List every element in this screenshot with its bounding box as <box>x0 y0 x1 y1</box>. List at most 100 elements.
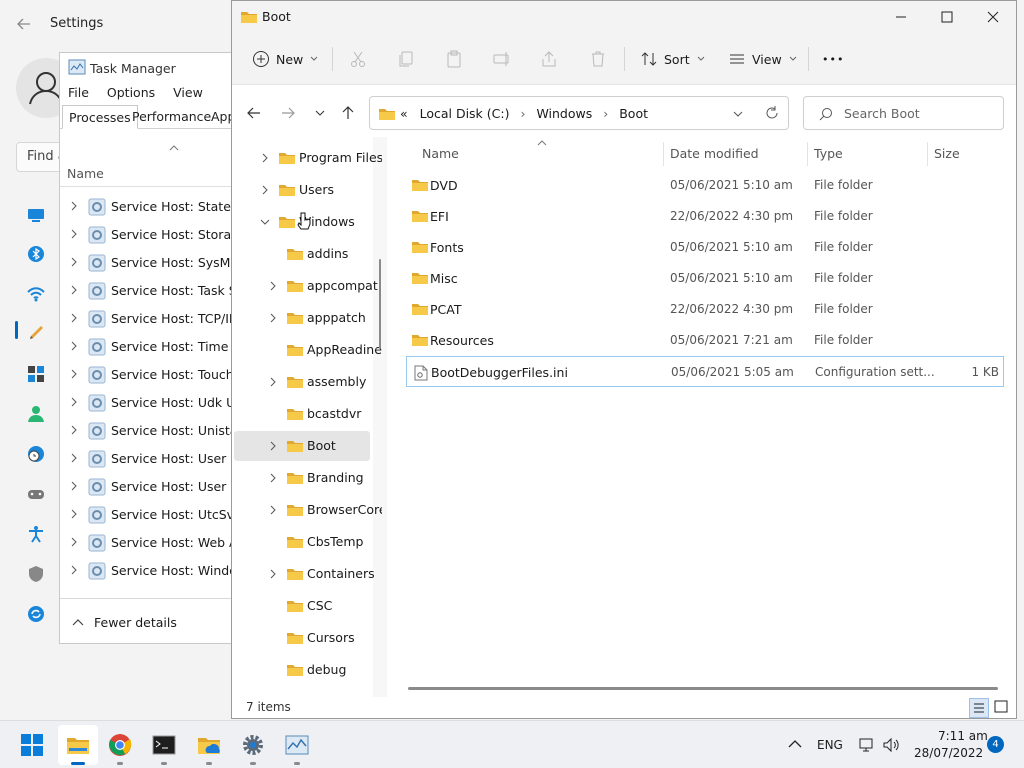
file-row[interactable]: DVD 05/06/2021 5:10 am File folder <box>406 170 1004 201</box>
tree-item[interactable]: BrowserCore <box>234 495 382 525</box>
more-options-button[interactable]: ••• <box>822 45 844 73</box>
address-bar[interactable]: « Local Disk (C:) › Windows › Boot <box>369 96 789 130</box>
sort-button[interactable]: Sort <box>640 45 712 73</box>
tree-item[interactable]: Cursors <box>234 623 370 653</box>
process-row[interactable]: Service Host: SysMain <box>60 249 248 277</box>
view-button[interactable]: View <box>728 45 804 73</box>
tree-item[interactable]: CbsTemp <box>234 527 370 557</box>
chevron-right-icon[interactable] <box>268 377 278 387</box>
chevron-right-icon[interactable] <box>268 313 278 323</box>
breadcrumb-overflow[interactable]: « <box>400 106 408 121</box>
process-row[interactable]: Service Host: Udk User <box>60 389 248 417</box>
column-header-date[interactable]: Date modified <box>670 146 759 161</box>
taskbar-onedrive-folder[interactable] <box>189 725 229 765</box>
paste-icon[interactable] <box>444 49 464 69</box>
privacy-security-icon[interactable] <box>26 564 46 584</box>
column-divider[interactable] <box>807 142 808 166</box>
chevron-right-icon[interactable] <box>260 185 270 195</box>
column-header-name[interactable]: Name <box>422 146 459 161</box>
file-row[interactable]: Resources 05/06/2021 7:21 am File folder <box>406 325 1004 356</box>
chevron-right-icon[interactable] <box>69 509 79 521</box>
process-row[interactable]: Service Host: Storage S <box>60 221 248 249</box>
tree-item[interactable]: Containers <box>234 559 375 589</box>
chevron-right-icon[interactable] <box>69 201 79 213</box>
menu-file[interactable]: File <box>68 85 89 100</box>
chevron-right-icon[interactable] <box>69 481 79 493</box>
file-row[interactable]: PCAT 22/06/2022 4:30 pm File folder <box>406 294 1004 325</box>
tree-item[interactable]: Branding <box>234 463 370 493</box>
breadcrumb-local-disk[interactable]: Local Disk (C:) <box>420 106 510 121</box>
start-button[interactable] <box>12 725 52 765</box>
recent-locations-icon[interactable] <box>312 105 328 121</box>
taskbar-chrome[interactable] <box>100 725 140 765</box>
new-button[interactable]: New <box>252 45 325 73</box>
column-header-type[interactable]: Type <box>814 146 843 161</box>
chevron-right-icon[interactable] <box>69 565 79 577</box>
forward-arrow-icon[interactable] <box>280 105 296 121</box>
apps-icon[interactable] <box>26 364 46 384</box>
tree-item[interactable]: Users <box>234 175 370 205</box>
file-row[interactable]: BootDebuggerFiles.ini 05/06/2021 5:05 am C… <box>406 356 1004 387</box>
back-arrow-icon[interactable] <box>14 14 34 34</box>
cut-icon[interactable] <box>348 49 368 69</box>
file-row[interactable]: Misc 05/06/2021 5:10 am File folder <box>406 263 1004 294</box>
chevron-right-icon[interactable] <box>268 281 278 291</box>
rename-icon[interactable] <box>492 49 512 69</box>
tree-item[interactable]: CSC <box>234 591 370 621</box>
chevron-down-icon[interactable] <box>260 217 270 227</box>
chevron-right-icon[interactable] <box>69 453 79 465</box>
process-row[interactable]: Service Host: State Rep <box>60 193 248 221</box>
refresh-icon[interactable] <box>764 105 780 121</box>
chevron-right-icon[interactable] <box>69 341 79 353</box>
taskbar-task-manager[interactable] <box>277 725 317 765</box>
process-row[interactable]: Service Host: User Prof <box>60 473 248 501</box>
back-arrow-icon[interactable] <box>246 105 262 121</box>
clock-time[interactable]: 7:11 am <box>938 729 988 743</box>
tab-performance[interactable]: Performance <box>126 105 217 129</box>
copy-icon[interactable] <box>396 49 416 69</box>
taskbar-file-explorer[interactable] <box>58 725 98 765</box>
process-row[interactable]: Service Host: Unistack <box>60 417 248 445</box>
accessibility-icon[interactable] <box>26 524 46 544</box>
chevron-right-icon[interactable] <box>69 537 79 549</box>
chevron-right-icon[interactable] <box>69 257 79 269</box>
chevron-right-icon[interactable] <box>69 313 79 325</box>
network-icon[interactable] <box>858 737 874 753</box>
process-row[interactable]: Service Host: Time Brok <box>60 333 248 361</box>
windows-update-icon[interactable] <box>26 604 46 624</box>
maximize-button[interactable] <box>924 1 970 33</box>
tree-item[interactable]: appcompat <box>234 271 378 301</box>
minimize-button[interactable] <box>878 1 924 33</box>
column-divider[interactable] <box>927 142 928 166</box>
process-row[interactable]: Service Host: UtcSvc <box>60 501 248 529</box>
tree-item[interactable]: apppatch <box>234 303 370 333</box>
process-row[interactable]: Service Host: TCP/IP Ne <box>60 305 248 333</box>
taskbar-settings[interactable] <box>233 725 273 765</box>
chevron-right-icon[interactable] <box>260 153 270 163</box>
gaming-icon[interactable] <box>26 484 46 504</box>
process-row[interactable]: Service Host: Touch Key <box>60 361 248 389</box>
chevron-right-icon[interactable] <box>268 505 278 515</box>
process-row[interactable]: Service Host: Task Sche <box>60 277 248 305</box>
column-header-size[interactable]: Size <box>934 146 960 161</box>
share-icon[interactable] <box>540 49 560 69</box>
clock-date[interactable]: 28/07/2022 <box>914 746 983 760</box>
details-view-button[interactable] <box>969 698 989 718</box>
chevron-right-icon[interactable] <box>69 397 79 409</box>
taskbar-terminal[interactable] <box>144 725 184 765</box>
chevron-right-icon[interactable] <box>69 425 79 437</box>
tree-item[interactable]: bcastdvr <box>234 399 370 429</box>
bluetooth-icon[interactable] <box>26 244 46 264</box>
tiles-view-button[interactable] <box>992 698 1012 718</box>
process-column-header[interactable]: Name <box>60 141 248 187</box>
input-language[interactable]: ENG <box>817 738 843 752</box>
system-icon[interactable] <box>26 204 46 224</box>
menu-view[interactable]: View <box>173 85 203 100</box>
chevron-right-icon[interactable] <box>268 569 278 579</box>
accounts-icon[interactable] <box>26 404 46 424</box>
breadcrumb-windows[interactable]: Windows <box>536 106 592 121</box>
chevron-right-icon[interactable] <box>69 229 79 241</box>
tree-item[interactable]: debug <box>234 655 370 685</box>
process-row[interactable]: Service Host: User Man <box>60 445 248 473</box>
notification-badge[interactable]: 4 <box>987 736 1004 753</box>
